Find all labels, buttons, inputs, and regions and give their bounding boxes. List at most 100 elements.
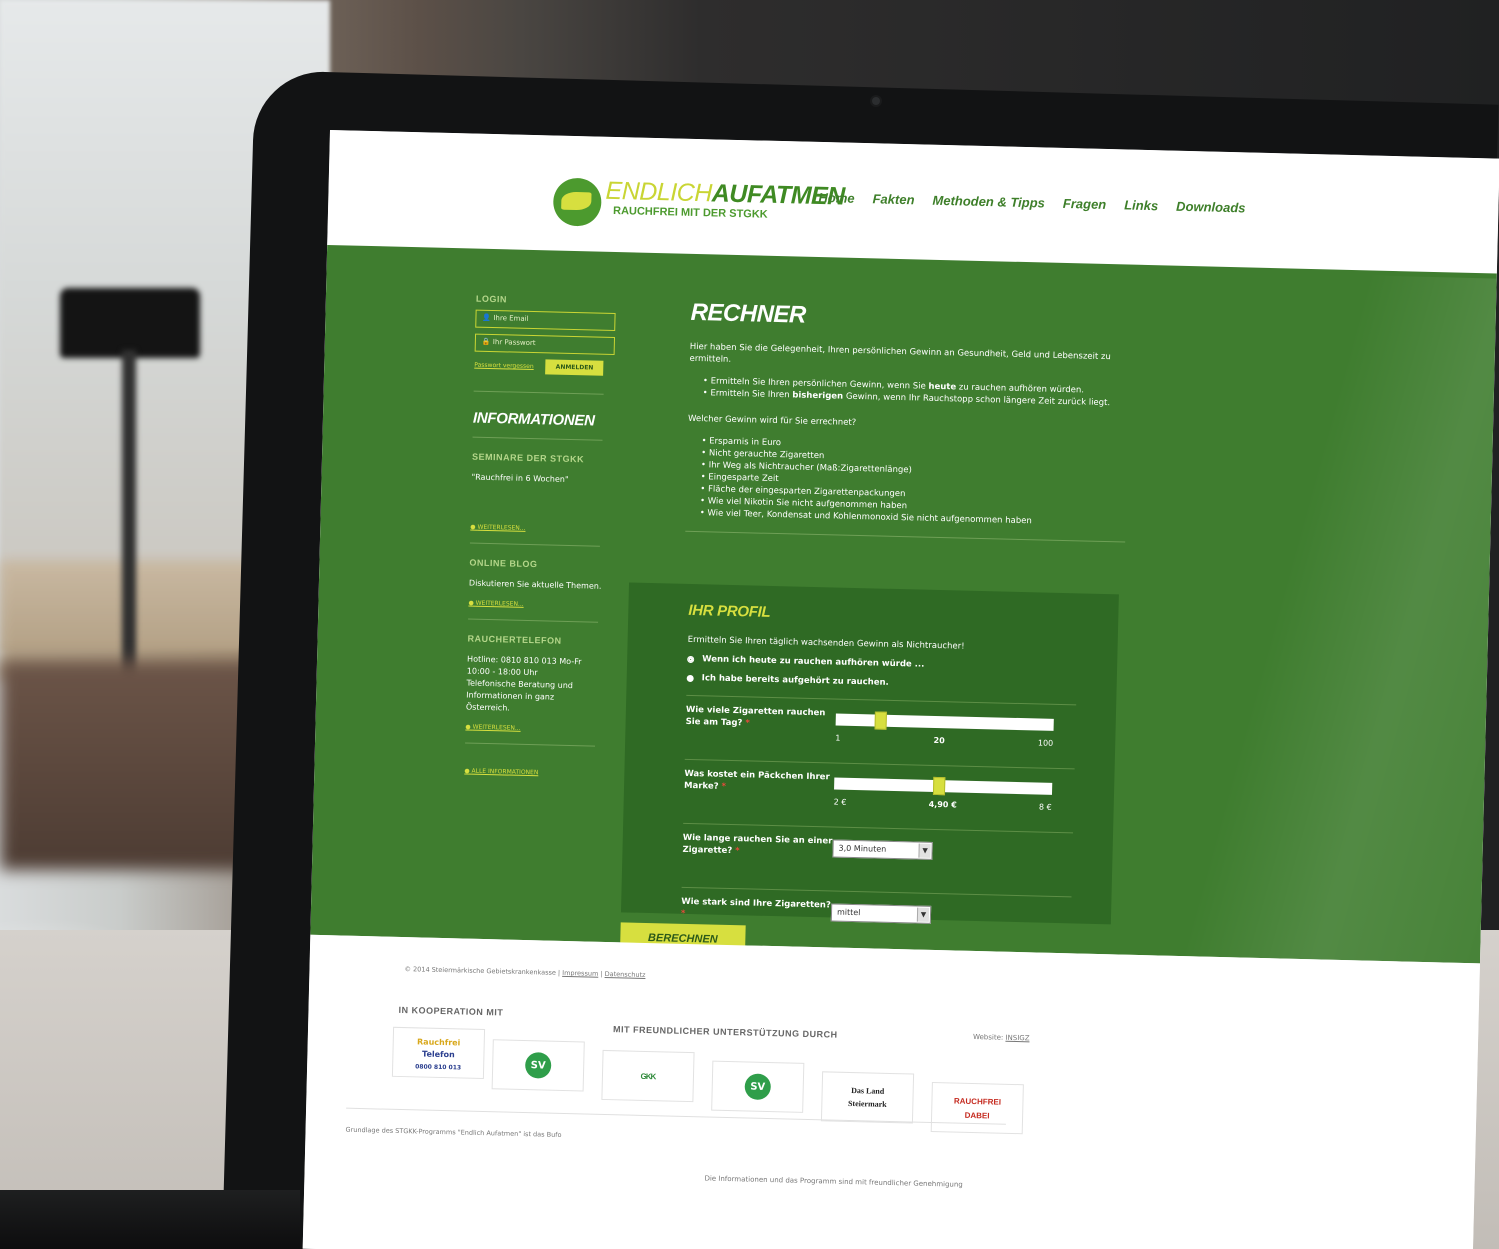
intro-text: Hier haben Sie die Gelegenheit, Ihren pe… — [689, 341, 1111, 365]
agency-link[interactable]: INSIGZ — [1005, 1034, 1029, 1043]
site-logo[interactable]: ENDLICHAUFATMEN RAUCHFREI MIT DER STGKK — [552, 173, 845, 237]
pack-price-row: Was kostet ein Päckchen Ihrer Marke? * 2… — [683, 758, 1075, 821]
mode-list: Ermitteln Sie Ihren persönlichen Gewinn,… — [689, 375, 1129, 410]
bird-logo-icon — [552, 177, 602, 227]
divider — [469, 542, 600, 547]
login-button[interactable]: ANMELDEN — [545, 359, 604, 376]
laptop-screen: ENDLICHAUFATMEN RAUCHFREI MIT DER STGKK … — [302, 130, 1499, 1249]
slider-handle[interactable] — [874, 711, 887, 730]
divider — [465, 742, 596, 747]
phone-text: Hotline: 0810 810 013 Mo-Fr 10:00 - 18:0… — [465, 654, 582, 713]
sv-leaf-icon: SV — [524, 1052, 552, 1079]
nav-fragen[interactable]: Fragen — [1063, 196, 1107, 212]
phone-more-link[interactable]: WEITERLESEN... — [465, 723, 521, 732]
email-placeholder: Ihre Email — [493, 314, 529, 323]
partner-logo-sv-1[interactable]: SV — [491, 1039, 585, 1092]
impressum-link[interactable]: Impressum — [562, 969, 598, 978]
forgot-password-link[interactable]: Passwort vergessen — [474, 362, 534, 370]
lamp-pole — [122, 350, 136, 680]
partner-text: Telefon — [422, 1049, 455, 1059]
radio-button[interactable] — [686, 674, 694, 682]
logo-word-endlich: ENDLICH — [605, 176, 713, 208]
calculator-content: RECHNER Hier haben Sie die Gelegenheit, … — [685, 299, 1131, 543]
land-logo-text: Das Land Steiermark — [847, 1086, 887, 1109]
password-field[interactable]: 🔒 Ihr Passwort — [474, 333, 616, 356]
blog-more-link[interactable]: WEITERLESEN... — [468, 600, 524, 608]
profile-lead: Ermitteln Sie Ihren täglich wachsenden G… — [687, 634, 965, 652]
field-label: Wie viele Zigaretten rauchen Sie am Tag?… — [685, 704, 826, 729]
main-nav: Home Fakten Methoden & Tipps Fragen Link… — [818, 190, 1245, 215]
gain-question: Welcher Gewinn wird für Sie errechnet? — [687, 413, 857, 428]
profile-form: IHR PROFIL Ermitteln Sie Ihren täglich w… — [620, 582, 1119, 949]
cooperation-heading: IN KOOPERATION MIT — [398, 1004, 504, 1018]
page-title: RECHNER — [690, 298, 807, 329]
partner-logo-rauchfrei-dabei[interactable]: RAUCHFREI DABEI — [930, 1081, 1024, 1135]
partner-logo-sv-2[interactable]: SV — [711, 1060, 805, 1113]
chevron-down-icon[interactable]: ▼ — [916, 907, 930, 922]
nav-fakten[interactable]: Fakten — [872, 191, 914, 207]
select-value: mittel — [836, 907, 861, 918]
slider-max: 100 — [1037, 738, 1054, 748]
divider — [468, 618, 599, 623]
nav-home[interactable]: Home — [818, 190, 854, 206]
sv-leaf-icon: SV — [744, 1073, 772, 1101]
slider-max: 8 € — [1038, 802, 1052, 812]
slider-min: 2 € — [833, 797, 847, 807]
gkk-logo-text: GKK — [640, 1071, 656, 1081]
footer-note: Grundlage des STGKK-Programms "Endlich A… — [345, 1125, 562, 1139]
sidebar: LOGIN 👤 Ihre Email 🔒 Ihr Passwort Passwo… — [464, 294, 651, 781]
radio-button[interactable] — [687, 655, 695, 663]
divider — [473, 390, 604, 395]
partner-text: Rauchfrei — [416, 1036, 461, 1047]
email-field[interactable]: 👤 Ihre Email — [475, 309, 616, 332]
price-slider[interactable]: 2 € 4,90 € 8 € — [834, 776, 1053, 812]
field-label: Was kostet ein Päckchen Ihrer Marke? * — [683, 768, 830, 792]
slider-track[interactable] — [835, 713, 1054, 731]
chevron-down-icon[interactable]: ▼ — [918, 843, 931, 858]
login-heading: LOGIN — [475, 293, 508, 305]
blog-heading: ONLINE BLOG — [469, 557, 538, 570]
slider-scale: 1 20 100 — [835, 734, 1053, 748]
duration-select[interactable]: 3,0 Minuten ▼ — [832, 839, 933, 860]
copyright: © 2014 Steiermärkische Gebietskrankenkas… — [404, 965, 646, 979]
radio-already-quit[interactable]: Ich habe bereits aufgehört zu rauchen. — [686, 673, 1077, 693]
strength-select[interactable]: mittel ▼ — [830, 903, 932, 924]
seminar-heading: SEMINARE DER STGKK — [471, 451, 585, 465]
partner-logo-gkk[interactable]: GKK — [601, 1049, 695, 1103]
slider-handle[interactable] — [932, 776, 946, 796]
login-actions: Passwort vergessen ANMELDEN — [474, 358, 649, 377]
radio-quit-today[interactable]: Wenn ich heute zu rauchen aufhören würde… — [687, 654, 1077, 674]
nav-methoden-tipps[interactable]: Methoden & Tipps — [932, 193, 1045, 211]
password-placeholder: Ihr Passwort — [492, 338, 536, 348]
laptop-keyboard-edge — [0, 1190, 300, 1249]
main-area: LOGIN 👤 Ihre Email 🔒 Ihr Passwort Passwo… — [310, 244, 1497, 964]
nav-links[interactable]: Links — [1124, 197, 1158, 213]
field-label: Wie stark sind Ihre Zigaretten? * — [680, 896, 831, 919]
lock-icon: 🔒 — [481, 337, 493, 347]
footer-disclaimer: Die Informationen und das Programm sind … — [704, 1174, 963, 1189]
all-info-link[interactable]: ALLE INFORMATIONEN — [464, 767, 538, 777]
smoke-duration-row: Wie lange rauchen Sie an einer Zigarette… — [681, 822, 1074, 885]
partner-text: 0800 810 013 — [415, 1062, 462, 1071]
select-value: 3,0 Minuten — [838, 843, 887, 854]
slider-value: 20 — [933, 735, 945, 746]
field-label: Wie lange rauchen Sie an einer Zigarette… — [682, 832, 833, 857]
nav-downloads[interactable]: Downloads — [1176, 199, 1246, 216]
webcam — [870, 95, 882, 107]
partner-logo-land-steiermark[interactable]: Das Land Steiermark — [820, 1071, 915, 1124]
slider-value: 4,90 € — [928, 799, 957, 810]
datenschutz-link[interactable]: Datenschutz — [605, 970, 646, 979]
lamp-shade — [60, 288, 200, 358]
logo-tagline: RAUCHFREI MIT DER STGKK — [612, 204, 768, 221]
slider-scale: 2 € 4,90 € 8 € — [834, 798, 1052, 812]
site-footer: © 2014 Steiermärkische Gebietskrankenkas… — [302, 934, 1480, 1249]
seminar-more-link[interactable]: WEITERLESEN... — [470, 524, 525, 532]
blog-text: Diskutieren Sie aktuelle Themen. — [468, 578, 602, 591]
person-icon: 👤 — [482, 313, 494, 323]
partner-logo-rauchfrei-telefon[interactable]: Rauchfrei Telefon 0800 810 013 — [391, 1026, 486, 1080]
profile-title: IHR PROFIL — [688, 601, 771, 621]
divider — [685, 530, 1126, 543]
cigarettes-slider[interactable]: 1 20 100 — [835, 711, 1054, 748]
phone-heading: RAUCHERTELEFON — [467, 633, 562, 646]
gain-list: Ersparnis in Euro Nicht gerauchte Zigare… — [686, 435, 1128, 530]
